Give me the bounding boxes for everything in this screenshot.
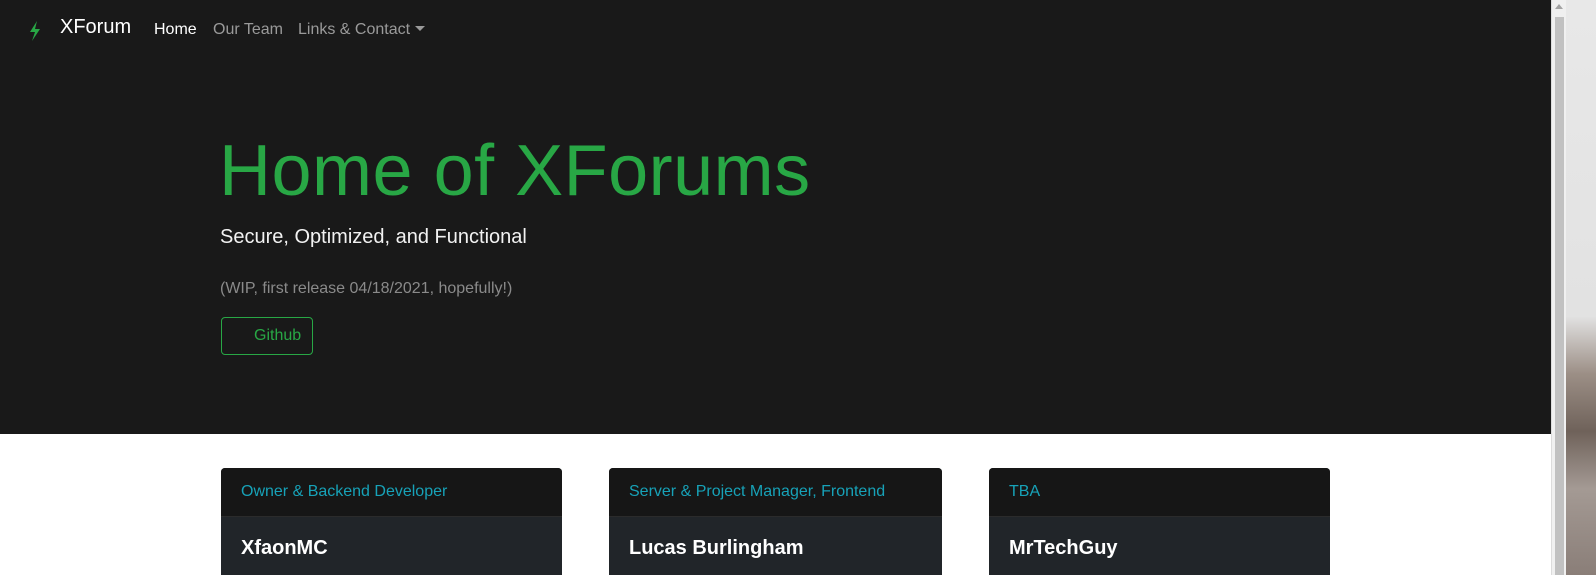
navbar: XForum Home Our Team Links & Contact xyxy=(0,0,1551,62)
card-name: XfaonMC xyxy=(241,537,328,559)
github-button[interactable]: Github xyxy=(221,317,313,355)
card-role: TBA xyxy=(989,468,1330,517)
vertical-scrollbar[interactable] xyxy=(1551,0,1566,575)
card-name: MrTechGuy xyxy=(1009,537,1118,559)
brand-name[interactable]: XForum xyxy=(60,16,131,39)
team-card-lucas: Server & Project Manager, Frontend Lucas… xyxy=(609,468,942,575)
nav-home-link[interactable]: Home xyxy=(154,21,197,39)
desktop-background xyxy=(1566,0,1596,575)
browser-page: XForum Home Our Team Links & Contact Hom… xyxy=(0,0,1596,575)
nav-team-link[interactable]: Our Team xyxy=(213,21,283,39)
nav-links-contact-label: Links & Contact xyxy=(298,21,411,38)
hero-note: (WIP, first release 04/18/2021, hopefull… xyxy=(220,280,513,297)
card-name: Lucas Burlingham xyxy=(629,537,804,559)
team-card-mrtechguy: TBA MrTechGuy xyxy=(989,468,1330,575)
team-card-xfaonmc: Owner & Backend Developer XfaonMC xyxy=(221,468,562,575)
page-viewport: XForum Home Our Team Links & Contact Hom… xyxy=(0,0,1551,575)
card-role: Owner & Backend Developer xyxy=(221,468,562,517)
hero-subtitle: Secure, Optimized, and Functional xyxy=(220,226,527,248)
scrollbar-thumb[interactable] xyxy=(1555,17,1564,575)
hero-title: Home of XForums xyxy=(219,131,811,211)
nav-links-contact-dropdown[interactable]: Links & Contact xyxy=(298,21,426,39)
bolt-icon xyxy=(30,21,40,41)
hero-section: XForum Home Our Team Links & Contact Hom… xyxy=(0,0,1551,434)
scroll-up-icon[interactable] xyxy=(1555,4,1563,9)
card-role: Server & Project Manager, Frontend xyxy=(609,468,942,517)
caret-down-icon xyxy=(415,26,426,31)
